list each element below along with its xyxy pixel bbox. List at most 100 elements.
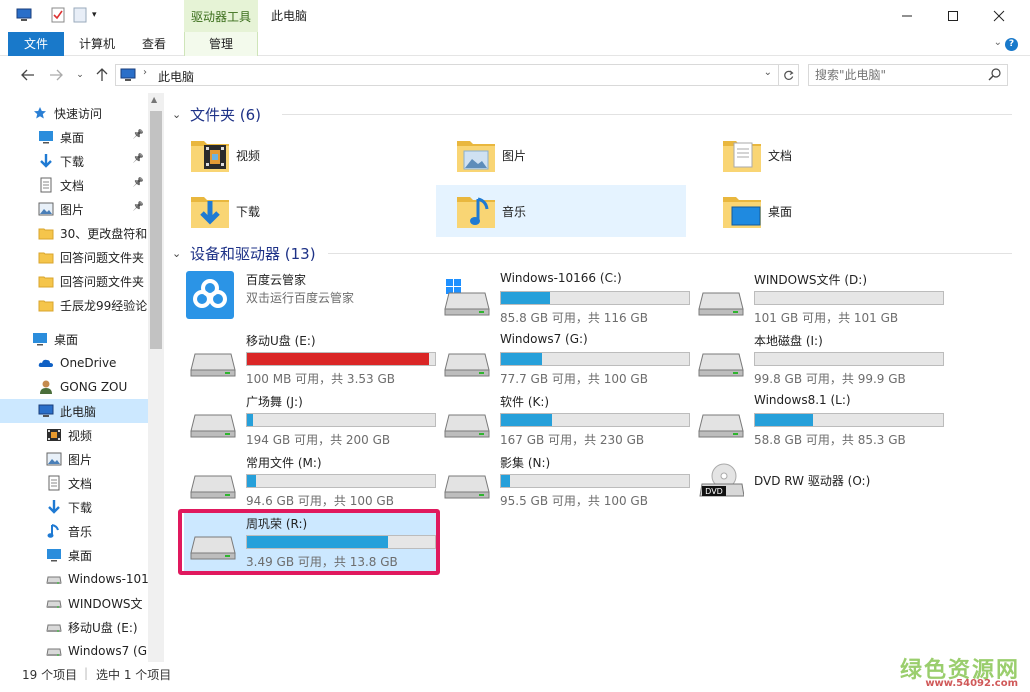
search-box[interactable] — [808, 64, 1008, 86]
nav-pc-item[interactable]: WINDOWS文 — [0, 591, 148, 615]
pin-icon[interactable]: 📌 — [133, 130, 144, 140]
nav-pc-item[interactable]: Windows7 (G — [0, 639, 148, 662]
navigation-pane: 快速访问 桌面 📌 下载 📌 文档 📌 图片 📌 30、更改盘符和 回答问题文件夹 回答问题文件夹… — [0, 93, 164, 662]
search-icon[interactable] — [988, 68, 1001, 84]
minimize-button[interactable] — [884, 0, 930, 32]
folder-tile[interactable]: 视频 — [170, 129, 420, 181]
drive-tile[interactable]: Windows8.1 (L:) 58.8 GB 可用，共 85.3 GB — [692, 391, 946, 449]
forward-button[interactable] — [46, 65, 66, 85]
folder-icon — [38, 273, 54, 289]
nav-recent-folder[interactable]: 回答问题文件夹 — [0, 269, 148, 293]
maximize-button[interactable] — [930, 0, 976, 32]
scrollbar-thumb[interactable] — [150, 111, 162, 349]
user-icon — [38, 379, 54, 395]
nav-pc-item[interactable]: 图片 — [0, 447, 148, 471]
drive-tile[interactable]: 影集 (N:) 95.5 GB 可用，共 100 GB — [438, 452, 692, 510]
this-pc-icon — [120, 67, 136, 86]
expand-ribbon-icon[interactable]: ⌄ — [994, 37, 1002, 48]
drive-tile[interactable]: 广场舞 (J:) 194 GB 可用，共 200 GB — [184, 391, 438, 449]
drive-name: DVD RW 驱动器 (O:) — [754, 474, 871, 488]
nav-pc-item[interactable]: Windows-101 — [0, 567, 148, 591]
nav-pinned-item[interactable]: 文档 📌 — [0, 173, 148, 197]
folder-tile[interactable]: 图片 — [436, 129, 686, 181]
up-button[interactable] — [92, 65, 112, 85]
refresh-button[interactable] — [778, 65, 798, 85]
address-dropdown-icon[interactable]: ⌄ — [764, 67, 772, 78]
nav-label: 桌面 — [60, 130, 85, 145]
folder-label: 文档 — [768, 148, 793, 163]
new-folder-icon[interactable] — [72, 7, 88, 23]
nav-pinned-item[interactable]: 下载 📌 — [0, 149, 148, 173]
scroll-up-icon[interactable]: ▲ — [151, 95, 157, 104]
drive-size: 95.5 GB 可用，共 100 GB — [500, 494, 648, 508]
drive-usage-bar — [246, 413, 436, 427]
drive-icon — [444, 401, 490, 438]
drive-tile[interactable]: Windows7 (G:) 77.7 GB 可用，共 100 GB — [438, 330, 692, 388]
tab-view[interactable]: 查看 — [132, 32, 176, 56]
drive-size: 77.7 GB 可用，共 100 GB — [500, 372, 648, 386]
tab-computer[interactable]: 计算机 — [70, 32, 124, 56]
svg-text:DVD: DVD — [705, 487, 723, 496]
nav-label: OneDrive — [60, 356, 117, 370]
nav-onedrive[interactable]: OneDrive — [0, 351, 148, 375]
drive-tile[interactable]: DVD DVD RW 驱动器 (O:) — [692, 452, 946, 510]
folder-tile[interactable]: 文档 — [702, 129, 952, 181]
recent-locations-button[interactable]: ⌄ — [70, 65, 90, 85]
drive-name: Windows7 (G:) — [500, 332, 588, 346]
pin-icon[interactable]: 📌 — [133, 202, 144, 212]
nav-this-pc[interactable]: 此电脑 — [0, 399, 148, 423]
drive-usage-fill — [501, 414, 552, 426]
drive-tile[interactable]: 常用文件 (M:) 94.6 GB 可用，共 100 GB — [184, 452, 438, 510]
nav-recent-folder[interactable]: 30、更改盘符和 — [0, 221, 148, 245]
drive-tile[interactable]: 软件 (K:) 167 GB 可用，共 230 GB — [438, 391, 692, 449]
document-folder-icon — [722, 135, 762, 175]
nav-pc-item[interactable]: 下载 — [0, 495, 148, 519]
nav-quick-access[interactable]: 快速访问 — [0, 101, 148, 125]
nav-pc-item[interactable]: 音乐 — [0, 519, 148, 543]
properties-icon[interactable] — [50, 7, 66, 23]
drive-icon — [46, 619, 62, 635]
back-button[interactable] — [18, 65, 38, 85]
nav-pinned-item[interactable]: 图片 📌 — [0, 197, 148, 221]
drive-name: 本地磁盘 (I:) — [754, 334, 823, 348]
address-bar[interactable]: › 此电脑 ⌄ — [115, 64, 799, 86]
drives-section-header[interactable]: ⌄ 设备和驱动器 (13) — [172, 242, 1012, 264]
nav-pinned-item[interactable]: 桌面 📌 — [0, 125, 148, 149]
folder-tile[interactable]: 桌面 — [702, 185, 952, 237]
drive-tile[interactable]: WINDOWS文件 (D:) 101 GB 可用，共 101 GB — [692, 269, 946, 327]
folders-section-header[interactable]: ⌄ 文件夹 (6) — [172, 103, 1012, 125]
drive-tile[interactable]: 本地磁盘 (I:) 99.8 GB 可用，共 99.9 GB — [692, 330, 946, 388]
close-button[interactable] — [976, 0, 1022, 32]
nav-scrollbar[interactable]: ▲ — [148, 93, 164, 662]
ribbon-tabs: 文件 计算机 查看 管理 ⌄ ? — [0, 32, 1030, 56]
nav-desktop[interactable]: 桌面 — [0, 327, 148, 351]
nav-pc-item[interactable]: 移动U盘 (E:) — [0, 615, 148, 639]
search-input[interactable] — [815, 67, 985, 83]
nav-pc-item[interactable]: 桌面 — [0, 543, 148, 567]
app-tile[interactable]: 百度云管家 双击运行百度云管家 — [184, 269, 438, 327]
pin-icon[interactable]: 📌 — [133, 154, 144, 164]
breadcrumb[interactable]: 此电脑 — [158, 68, 194, 85]
nav-recent-folder[interactable]: 回答问题文件夹 — [0, 245, 148, 269]
drive-name: WINDOWS文件 (D:) — [754, 273, 868, 287]
nav-label: 下载 — [60, 154, 85, 169]
breadcrumb-separator-icon[interactable]: › — [143, 67, 147, 78]
drive-tile[interactable]: 移动U盘 (E:) 100 MB 可用，共 3.53 GB — [184, 330, 438, 388]
nav-recent-folder[interactable]: 壬辰龙99经验论 — [0, 293, 148, 317]
help-icon[interactable]: ? — [1005, 38, 1018, 51]
folder-tile[interactable]: 音乐 — [436, 185, 686, 237]
divider — [282, 114, 1012, 115]
nav-pc-item[interactable]: 视频 — [0, 423, 148, 447]
drive-tile[interactable]: Windows-10166 (C:) 85.8 GB 可用，共 116 GB — [438, 269, 692, 327]
pin-icon[interactable]: 📌 — [133, 178, 144, 188]
drive-size: 58.8 GB 可用，共 85.3 GB — [754, 433, 906, 447]
nav-pc-item[interactable]: 文档 — [0, 471, 148, 495]
nav-user[interactable]: GONG ZOU — [0, 375, 148, 399]
folder-tile[interactable]: 下载 — [170, 185, 420, 237]
tab-manage[interactable]: 管理 — [184, 32, 258, 56]
this-pc-icon[interactable] — [16, 7, 32, 23]
drive-tools-tab: 驱动器工具 — [184, 0, 258, 33]
customize-quick-access-icon[interactable]: ▾ — [92, 7, 108, 23]
download-folder-icon — [190, 191, 230, 231]
tab-file[interactable]: 文件 — [8, 32, 64, 56]
